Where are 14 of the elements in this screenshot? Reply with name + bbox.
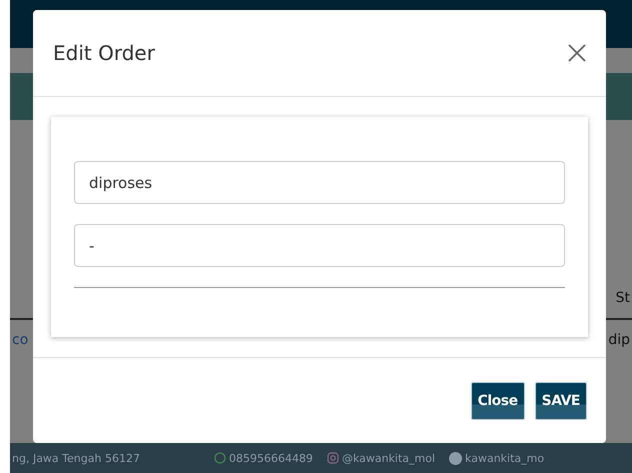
address-text: ng, Jawa Tengah 56127 xyxy=(12,452,140,464)
close-button[interactable] xyxy=(566,42,588,64)
instagram-handle: @kawankita_mol xyxy=(342,452,436,464)
save-button[interactable]: SAVE xyxy=(534,382,587,420)
instagram-icon xyxy=(326,452,339,464)
input-field[interactable]: diproses xyxy=(74,161,565,204)
facebook-handle: kawankita_mo xyxy=(465,452,544,464)
table-cell-text: dip xyxy=(607,332,631,348)
close-text-button[interactable]: Close xyxy=(470,382,525,420)
input-field[interactable]: - xyxy=(74,224,565,267)
column-header: St xyxy=(614,290,631,306)
dialog-title: Edit Order xyxy=(53,41,155,65)
phone-number: 085956664489 xyxy=(228,452,313,464)
table-cell-text: co xyxy=(11,332,30,348)
